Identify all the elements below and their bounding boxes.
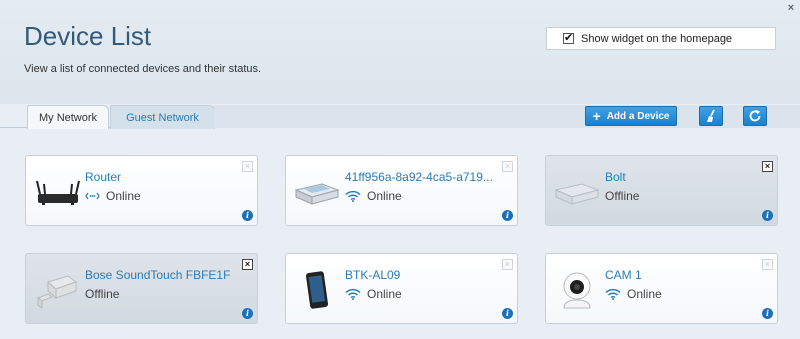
info-icon[interactable]: i [242,210,253,221]
show-widget-toggle[interactable]: Show widget on the homepage [546,27,776,50]
show-widget-checkbox[interactable] [563,31,574,44]
device-name[interactable]: Bolt [605,170,626,184]
device-status: Offline [605,189,639,203]
add-device-label: Add a Device [606,110,670,122]
device-status-label: Offline [85,287,120,301]
device-card[interactable]: Bose SoundTouch FBFE1F Offline × i [25,253,258,324]
speaker-icon [36,275,78,309]
remove-device-icon: × [502,161,513,172]
add-device-button[interactable]: + Add a Device [585,106,677,126]
wifi-icon [345,190,361,202]
device-status: Online [345,189,402,203]
device-card[interactable]: BTK-AL09 Online × i [285,253,518,324]
device-name[interactable]: CAM 1 [605,268,642,282]
device-card[interactable]: 41ff956a-8a92-4ca5-a719... Online × i [285,155,518,226]
info-icon[interactable]: i [502,210,513,221]
remove-device-icon[interactable]: × [762,161,773,172]
device-status: Online [85,189,141,203]
tab-my-network[interactable]: My Network [27,105,109,129]
clean-list-button[interactable] [699,106,723,126]
show-widget-label: Show widget on the homepage [581,32,733,45]
device-name[interactable]: Bose SoundTouch FBFE1F [85,268,230,282]
device-box-icon [294,183,340,205]
device-card[interactable]: Bolt Offline × i [545,155,778,226]
ethernet-icon [85,192,100,200]
remove-device-icon: × [242,161,253,172]
device-status-label: Offline [605,189,640,203]
tab-bar: My Network Guest Network [0,103,800,129]
info-icon[interactable]: i [242,308,253,319]
page-title: Device List [24,21,152,51]
device-name[interactable]: BTK-AL09 [345,268,400,282]
device-status-label: Online [367,287,402,301]
device-status-label: Online [627,287,662,301]
remove-device-icon[interactable]: × [242,259,253,270]
info-icon[interactable]: i [502,308,513,319]
refresh-button[interactable] [743,106,767,126]
device-status-label: Online [106,189,141,203]
page-header: × Device List View a list of connected d… [0,0,800,104]
wifi-icon [605,288,621,300]
device-box-icon [554,183,600,205]
device-status: Online [605,287,662,301]
remove-device-icon: × [762,259,773,270]
device-status: Offline [85,287,119,301]
close-icon[interactable]: × [786,3,796,14]
info-icon[interactable]: i [762,210,773,221]
device-card[interactable]: CAM 1 Online × i [545,253,778,324]
camera-icon [563,272,591,309]
page-subtitle: View a list of connected devices and the… [24,63,262,75]
device-status: Online [345,287,402,301]
device-card[interactable]: Router Online × i [25,155,258,226]
wifi-icon [345,288,361,300]
info-icon[interactable]: i [762,308,773,319]
refresh-icon [749,110,761,122]
tab-guest-network[interactable]: Guest Network [110,105,215,129]
phone-icon [305,271,329,309]
remove-device-icon: × [502,259,513,270]
device-name[interactable]: 41ff956a-8a92-4ca5-a719... [345,170,493,184]
device-name[interactable]: Router [85,170,121,184]
broom-icon [707,109,715,122]
plus-icon: + [592,108,601,124]
device-status-label: Online [367,189,402,203]
router-icon [36,180,80,205]
